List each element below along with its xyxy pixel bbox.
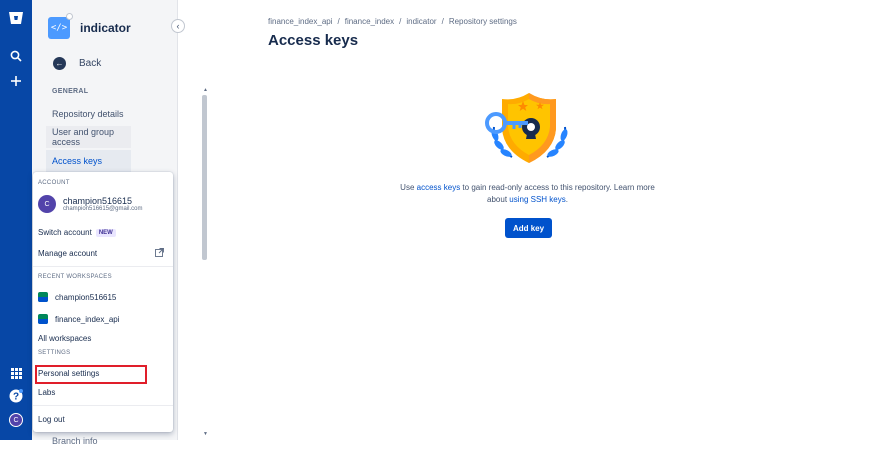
settings-section-heading: SETTINGS: [38, 350, 71, 356]
create-icon[interactable]: [0, 73, 32, 89]
profile-avatar[interactable]: C: [0, 411, 32, 429]
app-switcher-icon[interactable]: [0, 365, 32, 381]
switch-account-item[interactable]: Switch account NEW: [38, 228, 116, 237]
breadcrumb-project[interactable]: finance_index: [345, 17, 394, 26]
breadcrumb-separator: /: [441, 17, 444, 26]
breadcrumb-repository[interactable]: indicator: [406, 17, 436, 26]
ssh-keys-link[interactable]: using SSH keys: [509, 195, 565, 204]
workspace-item-finance[interactable]: finance_index_api: [38, 314, 120, 324]
manage-account-item[interactable]: Manage account: [38, 249, 97, 258]
breadcrumb-separator: /: [337, 17, 340, 26]
recent-workspaces-heading: RECENT WORKSPACES: [38, 274, 112, 280]
account-user[interactable]: C champion516615 champion516615@gmail.co…: [38, 195, 142, 213]
workspace-icon: [38, 292, 48, 302]
breadcrumb-separator: /: [399, 17, 402, 26]
arrow-left-icon: ←: [53, 57, 66, 70]
breadcrumb-settings[interactable]: Repository settings: [449, 17, 517, 26]
access-keys-description: Use access keys to gain read-only access…: [395, 182, 660, 206]
labs-item[interactable]: Labs: [38, 388, 55, 397]
sidebar-item-repository-details[interactable]: Repository details: [46, 103, 130, 125]
svg-text:?: ?: [13, 392, 19, 403]
log-out-label: Log out: [38, 415, 65, 424]
external-link-icon: [155, 248, 164, 259]
sidebar-item-access-keys[interactable]: Access keys: [46, 150, 131, 172]
sidebar-item-label: Branch info: [52, 436, 98, 446]
breadcrumb-workspace[interactable]: finance_index_api: [268, 17, 333, 26]
chevron-left-icon: ‹: [176, 21, 180, 31]
sidebar-item-label: Access keys: [52, 156, 103, 166]
section-general-heading: GENERAL: [52, 88, 89, 95]
sidebar-item-label: User and group access: [52, 127, 115, 147]
sidebar-divider: [177, 0, 178, 440]
highlight-annotation-box: [35, 365, 147, 384]
user-avatar: C: [38, 195, 56, 213]
breadcrumb: finance_index_api / finance_index / indicato…: [268, 17, 517, 26]
workspace-label: champion516615: [55, 292, 117, 302]
back-link[interactable]: ← Back: [53, 57, 101, 70]
sidebar-scrollbar[interactable]: [202, 95, 207, 260]
switch-account-label: Switch account: [38, 228, 92, 237]
user-email: champion516615@gmail.com: [63, 206, 143, 212]
repo-name: indicator: [80, 21, 131, 35]
repo-header[interactable]: </> indicator: [48, 13, 131, 39]
page-title: Access keys: [268, 32, 359, 49]
workspace-label: finance_index_api: [55, 314, 120, 324]
log-out-item[interactable]: Log out: [38, 415, 65, 424]
workspace-icon: [38, 314, 48, 324]
all-workspaces-item[interactable]: All workspaces: [38, 334, 91, 343]
menu-divider: [33, 405, 173, 406]
collapse-sidebar-button[interactable]: ‹: [171, 19, 185, 33]
repo-avatar-icon: </>: [48, 13, 73, 39]
account-section-heading: ACCOUNT: [38, 180, 70, 186]
back-label: Back: [79, 58, 102, 69]
access-keys-link[interactable]: access keys: [417, 183, 461, 192]
labs-label: Labs: [38, 388, 56, 397]
sidebar-item-label: Repository details: [52, 109, 124, 119]
profile-avatar-letter: C: [9, 413, 23, 427]
all-workspaces-label: All workspaces: [38, 334, 92, 343]
help-icon[interactable]: ?: [0, 387, 32, 405]
add-key-button[interactable]: Add key: [505, 218, 552, 238]
sidebar-item-user-group-access[interactable]: User and group access: [46, 126, 131, 148]
new-badge: NEW: [95, 228, 116, 237]
bitbucket-logo-icon[interactable]: [0, 8, 32, 28]
workspace-item-champion[interactable]: champion516615: [38, 292, 116, 302]
manage-account-label: Manage account: [38, 249, 98, 258]
sidebar-item-branch-info[interactable]: Branch info: [46, 430, 130, 452]
scroll-up-arrow-icon[interactable]: ▲: [203, 87, 208, 93]
desc-text: .: [565, 195, 568, 204]
menu-divider: [33, 266, 173, 267]
global-nav-rail: ? C: [0, 0, 32, 440]
shield-key-illustration: [482, 87, 577, 167]
search-icon[interactable]: [0, 48, 32, 64]
desc-text: Use: [400, 183, 417, 192]
scroll-down-arrow-icon[interactable]: ▼: [203, 431, 208, 437]
user-name: champion516615: [63, 196, 133, 206]
account-menu: ACCOUNT C champion516615 champion516615@…: [33, 172, 173, 432]
